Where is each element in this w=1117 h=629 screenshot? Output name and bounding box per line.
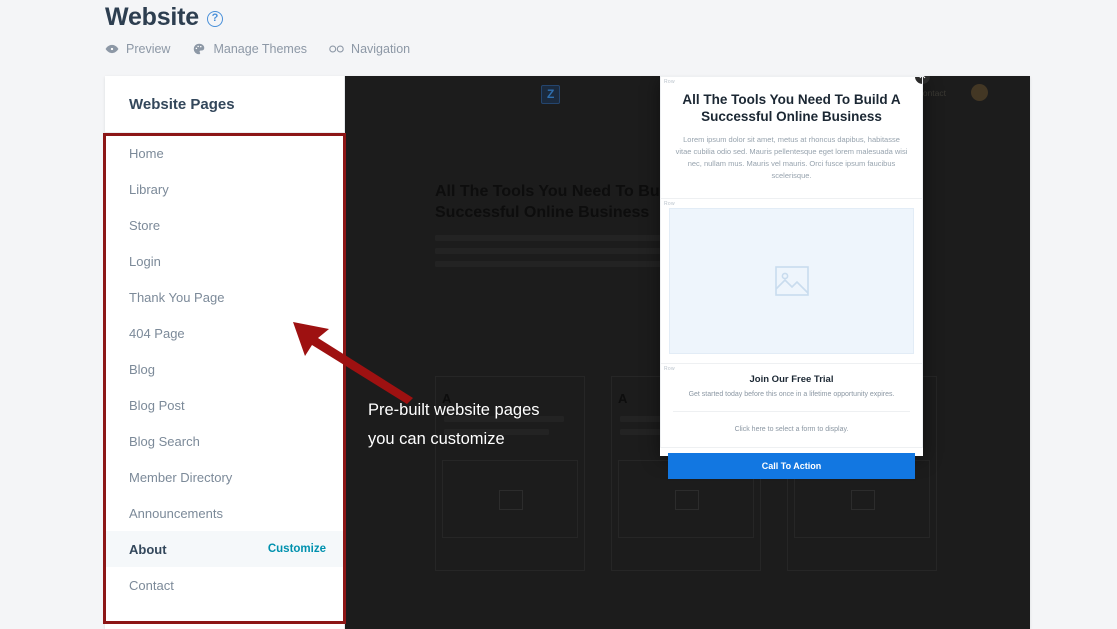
sidebar-item-label: About	[129, 541, 167, 557]
sidebar-item-404-page[interactable]: 404 Page	[105, 315, 344, 351]
modal-body-text: Lorem ipsum dolor sit amet, metus at rho…	[675, 135, 908, 180]
title-row: Website ?	[105, 0, 410, 34]
screen-root: Website ? Preview Manage Themes Navigati…	[0, 0, 1117, 629]
sidebar-item-blog[interactable]: Blog	[105, 351, 344, 387]
form-selector-text: Click here to select a form to display.	[734, 426, 849, 433]
section-tag-label: Row	[664, 201, 675, 207]
sidebar-item-store[interactable]: Store	[105, 207, 344, 243]
sidebar-item-library[interactable]: Library	[105, 171, 344, 207]
palette-icon	[192, 42, 206, 56]
sidebar-item-label: Thank You Page	[129, 289, 225, 305]
form-selector-placeholder[interactable]: Click here to select a form to display.	[673, 411, 910, 447]
sidebar-item-login[interactable]: Login	[105, 243, 344, 279]
modal-form-subtext: Get started today before this once in a …	[688, 391, 895, 398]
nav-item-navigation-label: Navigation	[351, 42, 411, 56]
sidebar-item-member-directory[interactable]: Member Directory	[105, 459, 344, 495]
modal-image-section[interactable]: Row	[660, 199, 923, 364]
text-line	[444, 429, 549, 435]
sidebar-item-contact[interactable]: Contact	[105, 567, 344, 603]
section-tag-label: Row	[664, 79, 675, 85]
website-pages-list: Home Library Store Login Thank You Page …	[105, 133, 344, 603]
sidebar-item-label: Contact	[129, 577, 174, 593]
sidebar-item-label: Announcements	[129, 505, 223, 521]
page-title: Website	[105, 2, 199, 31]
sidebar-item-blog-post[interactable]: Blog Post	[105, 387, 344, 423]
sidebar-item-thank-you-page[interactable]: Thank You Page	[105, 279, 344, 315]
sidebar-item-label: Blog Search	[129, 433, 200, 449]
sidebar-item-label: 404 Page	[129, 325, 185, 341]
nav-item-preview[interactable]: Preview	[105, 42, 170, 56]
page-header: Website ? Preview Manage Themes Navigati…	[105, 0, 410, 57]
popup-modal: ✕ Row All The Tools You Need To Build A …	[660, 76, 930, 479]
nav-item-manage-themes-label: Manage Themes	[213, 42, 308, 56]
modal-form-section[interactable]: Row Join Our Free Trial Get started toda…	[660, 364, 923, 448]
sidebar-item-label: Login	[129, 253, 161, 269]
sidebar-header: Website Pages	[105, 76, 344, 133]
user-avatar	[971, 84, 988, 101]
image-drop-area[interactable]	[669, 208, 914, 354]
preview-card-heading: A	[442, 391, 452, 406]
header-nav: Preview Manage Themes Navigation	[105, 42, 410, 56]
sidebar-item-label: Store	[129, 217, 161, 233]
sidebar-item-label: Blog	[129, 361, 156, 377]
nav-item-manage-themes[interactable]: Manage Themes	[192, 42, 307, 56]
sidebar-item-label: Member Directory	[129, 469, 233, 485]
website-pages-sidebar: Website Pages Home Library Store Login T…	[105, 76, 345, 629]
customize-link[interactable]: Customize	[268, 543, 326, 555]
text-line	[435, 248, 667, 254]
text-line	[435, 261, 673, 267]
text-line	[435, 235, 675, 241]
eye-icon	[105, 42, 119, 56]
image-placeholder-icon	[774, 266, 809, 296]
call-to-action-button[interactable]: Call To Action	[668, 453, 915, 479]
sidebar-item-label: Blog Post	[129, 397, 185, 413]
sidebar-item-label: Library	[129, 181, 169, 197]
sidebar-item-announcements[interactable]: Announcements	[105, 495, 344, 531]
preview-hero-paragraph	[435, 235, 685, 267]
section-tag-label: Row	[664, 366, 675, 372]
nav-item-preview-label: Preview	[126, 42, 171, 56]
modal-header-section[interactable]: Row All The Tools You Need To Build A Su…	[660, 76, 923, 199]
link-icon	[329, 42, 344, 56]
modal-form-heading: Join Our Free Trial	[749, 374, 834, 385]
sidebar-heading: Website Pages	[129, 95, 235, 113]
sidebar-item-blog-search[interactable]: Blog Search	[105, 423, 344, 459]
nav-item-navigation[interactable]: Navigation	[329, 42, 410, 56]
text-line	[444, 416, 564, 422]
app-body: Website Pages Home Library Store Login T…	[105, 76, 1030, 629]
sidebar-item-home[interactable]: Home	[105, 135, 344, 171]
preview-image-placeholder	[442, 460, 578, 538]
modal-heading: All The Tools You Need To Build A Succes…	[682, 92, 901, 124]
sidebar-item-about[interactable]: About Customize	[105, 531, 344, 567]
sidebar-item-label: Home	[129, 145, 164, 161]
preview-card-body	[436, 406, 584, 452]
modal-cta-section: Call To Action	[660, 448, 923, 479]
preview-card: A	[435, 376, 585, 571]
question-circle-icon[interactable]: ?	[207, 10, 223, 27]
z-logo-icon	[541, 85, 560, 104]
website-preview-canvas[interactable]: Home My Library About Contact All The To…	[345, 76, 1030, 629]
